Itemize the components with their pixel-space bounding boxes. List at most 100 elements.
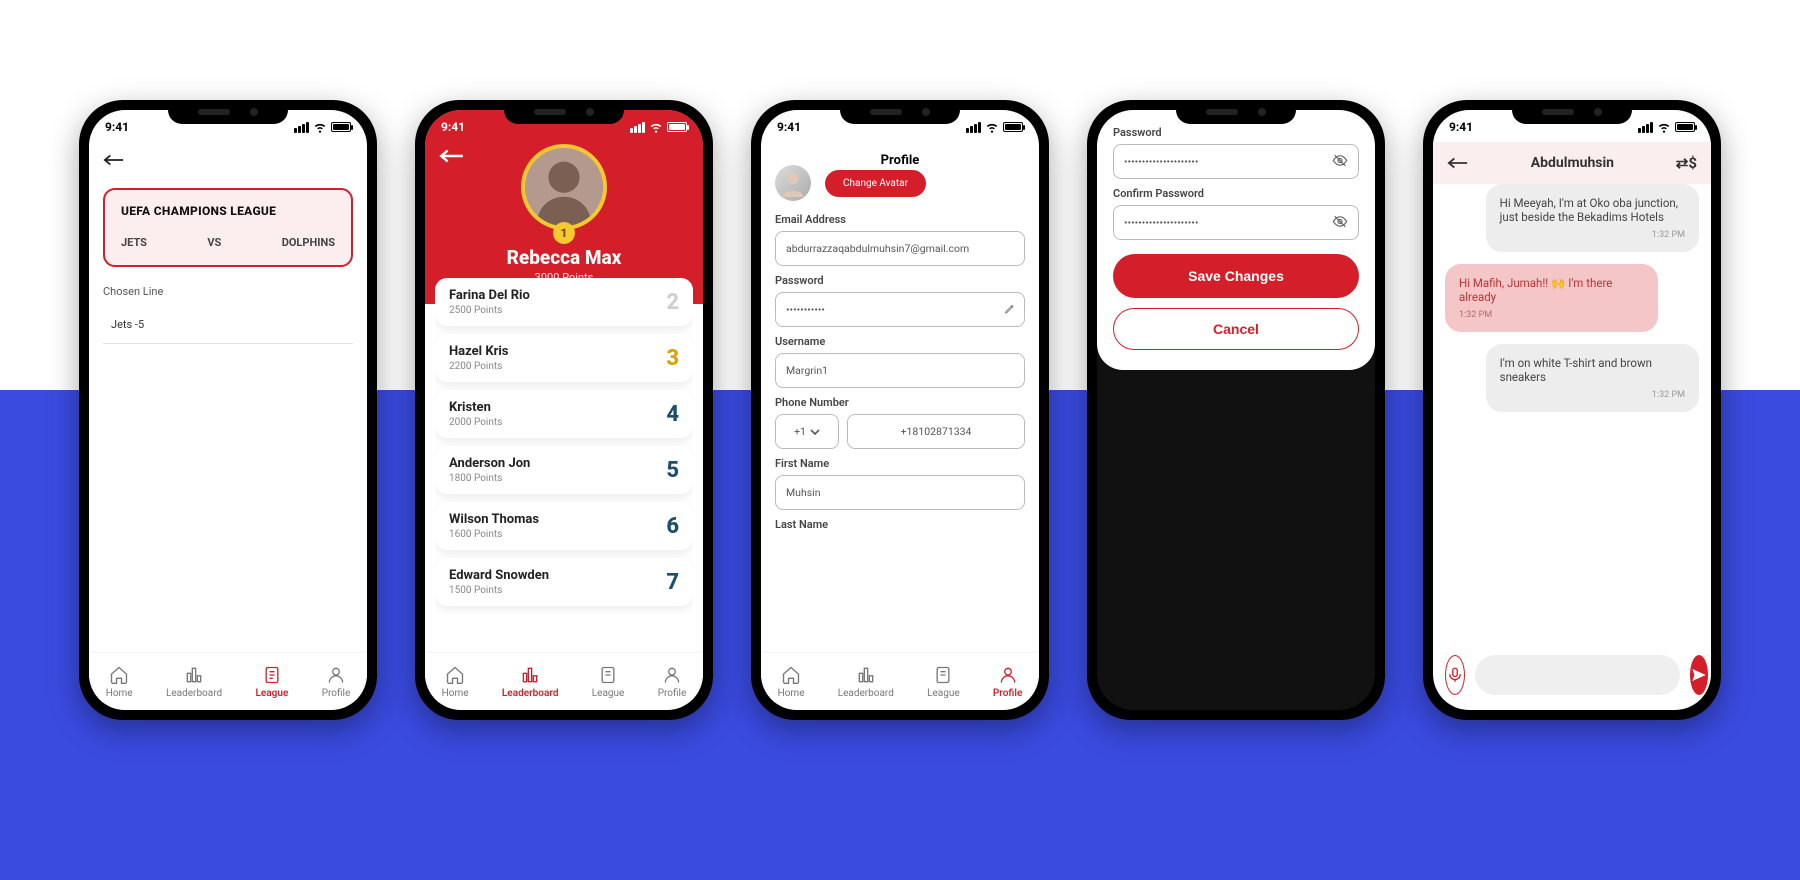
leaderboard-entry[interactable]: Wilson Thomas1600 Points6 bbox=[435, 502, 693, 550]
bottom-tabs: Home Leaderboard League Profile bbox=[761, 652, 1039, 710]
username-field[interactable]: Margrin1 bbox=[775, 353, 1025, 388]
tab-profile[interactable]: Profile bbox=[322, 665, 351, 699]
entry-points: 2500 Points bbox=[449, 305, 530, 316]
wifi-icon bbox=[313, 120, 327, 134]
chosen-line-value[interactable]: Jets -5 bbox=[103, 306, 353, 344]
email-field[interactable]: abdurrazzaqabdulmuhsin7@gmail.com bbox=[775, 231, 1025, 266]
mic-button[interactable] bbox=[1445, 655, 1465, 695]
bottom-tabs: Home Leaderboard League Profile bbox=[89, 652, 367, 710]
tab-profile[interactable]: Profile bbox=[993, 665, 1023, 699]
league-icon bbox=[933, 665, 953, 685]
leaderboard-entry[interactable]: Anderson Jon1800 Points5 bbox=[435, 446, 693, 494]
screen-leaderboard: 9:41 1 Rebecca Max 3000 Points Farina De… bbox=[425, 110, 703, 710]
message-incoming: I'm on white T-shirt and brown sneakers … bbox=[1486, 344, 1699, 412]
entry-rank: 2 bbox=[666, 290, 679, 315]
entry-points: 2200 Points bbox=[449, 361, 508, 372]
send-button[interactable] bbox=[1690, 655, 1708, 695]
vs-label: VS bbox=[207, 236, 221, 249]
league-icon bbox=[262, 665, 282, 685]
tab-league[interactable]: League bbox=[927, 665, 960, 699]
tab-home-label: Home bbox=[106, 688, 133, 699]
password-value: ••••••••••••••••••••• bbox=[1124, 155, 1198, 168]
entry-name: Anderson Jon bbox=[449, 456, 530, 471]
first-name-field[interactable]: Muhsin bbox=[775, 475, 1025, 510]
tab-league-label: League bbox=[927, 688, 960, 699]
tab-leaderboard[interactable]: Leaderboard bbox=[166, 665, 222, 699]
cancel-button[interactable]: Cancel bbox=[1113, 308, 1359, 350]
tab-profile[interactable]: Profile bbox=[658, 665, 687, 699]
status-right bbox=[294, 120, 351, 134]
match-card[interactable]: UEFA CHAMPIONS LEAGUE JETS VS DOLPHINS bbox=[103, 188, 353, 267]
team-right: DOLPHINS bbox=[282, 236, 335, 249]
avatar-small[interactable] bbox=[775, 165, 811, 201]
back-arrow-icon[interactable] bbox=[1447, 156, 1469, 170]
country-code-select[interactable]: +1 bbox=[775, 414, 839, 449]
chosen-line-label: Chosen Line bbox=[103, 285, 353, 298]
leaderboard-icon bbox=[520, 665, 540, 685]
home-icon bbox=[109, 665, 129, 685]
phone-leaderboard: 9:41 1 Rebecca Max 3000 Points Farina De… bbox=[415, 100, 713, 720]
tab-league[interactable]: League bbox=[256, 665, 289, 699]
send-icon bbox=[1690, 666, 1708, 684]
confirm-password-label: Confirm Password bbox=[1113, 187, 1359, 200]
message-text: Hi Mafih, Jumah!! 🙌 I'm there already bbox=[1459, 276, 1644, 304]
tab-home[interactable]: Home bbox=[778, 665, 805, 699]
password-field[interactable]: ••••••••••• bbox=[775, 292, 1025, 327]
back-arrow-icon[interactable] bbox=[103, 153, 125, 167]
back-button[interactable] bbox=[439, 148, 465, 167]
phone-notch bbox=[1176, 100, 1296, 124]
message-timestamp: 1:32 PM bbox=[1500, 390, 1685, 400]
tab-home[interactable]: Home bbox=[442, 665, 469, 699]
home-icon bbox=[781, 665, 801, 685]
battery-icon bbox=[1003, 122, 1023, 132]
profile-icon bbox=[998, 665, 1018, 685]
confirm-password-field[interactable]: ••••••••••••••••••••• bbox=[1113, 205, 1359, 240]
tab-home-label: Home bbox=[442, 688, 469, 699]
phone-league: 9:41 UEFA CHAMPIONS LEAGUE JETS VS DOLPH… bbox=[79, 100, 377, 720]
tab-leaderboard-label: Leaderboard bbox=[502, 688, 559, 699]
entry-points: 1500 Points bbox=[449, 585, 549, 596]
signal-icon bbox=[294, 122, 309, 133]
tab-leaderboard[interactable]: Leaderboard bbox=[502, 665, 559, 699]
wifi-icon bbox=[1657, 120, 1671, 134]
tab-profile-label: Profile bbox=[658, 688, 687, 699]
leaderboard-entry[interactable]: Farina Del Rio 2500 Points 2 bbox=[435, 278, 693, 326]
wifi-icon bbox=[985, 120, 999, 134]
transfer-icon[interactable]: ⇄$ bbox=[1676, 154, 1697, 172]
tab-home[interactable]: Home bbox=[106, 665, 133, 699]
top-player-name: Rebecca Max bbox=[425, 246, 703, 269]
back-arrow-icon bbox=[439, 149, 465, 163]
leaderboard-entry[interactable]: Kristen2000 Points4 bbox=[435, 390, 693, 438]
country-code-value: +1 bbox=[794, 425, 806, 438]
eye-off-icon[interactable] bbox=[1332, 213, 1348, 232]
top-avatar[interactable] bbox=[521, 144, 607, 230]
leaderboard-entry[interactable]: Edward Snowden1500 Points7 bbox=[435, 558, 693, 606]
eye-off-icon[interactable] bbox=[1332, 152, 1348, 171]
leaderboard-entry[interactable]: Hazel Kris2200 Points3 bbox=[435, 334, 693, 382]
battery-icon bbox=[331, 122, 351, 132]
edit-icon[interactable] bbox=[1004, 302, 1016, 317]
tab-leaderboard[interactable]: Leaderboard bbox=[838, 665, 894, 699]
entry-rank: 3 bbox=[666, 346, 679, 371]
entry-name: Farina Del Rio bbox=[449, 288, 530, 303]
chat-composer bbox=[1445, 652, 1699, 698]
profile-icon bbox=[326, 665, 346, 685]
email-label: Email Address bbox=[775, 213, 1025, 226]
message-timestamp: 1:32 PM bbox=[1500, 230, 1685, 240]
confirm-password-value: ••••••••••••••••••••• bbox=[1124, 216, 1198, 229]
message-input[interactable] bbox=[1475, 655, 1680, 695]
entry-name: Edward Snowden bbox=[449, 568, 549, 583]
tab-league[interactable]: League bbox=[592, 665, 625, 699]
league-icon bbox=[598, 665, 618, 685]
signal-icon bbox=[1638, 122, 1653, 133]
save-button[interactable]: Save Changes bbox=[1113, 254, 1359, 298]
chevron-down-icon bbox=[810, 427, 820, 437]
tab-profile-label: Profile bbox=[322, 688, 351, 699]
message-incoming: Hi Meeyah, I'm at Oko oba junction, just… bbox=[1486, 184, 1699, 252]
change-avatar-button[interactable]: Change Avatar bbox=[825, 170, 926, 197]
last-name-label: Last Name bbox=[775, 518, 1025, 531]
password-field[interactable]: ••••••••••••••••••••• bbox=[1113, 144, 1359, 179]
phone-number-field[interactable]: +18102871334 bbox=[847, 414, 1025, 449]
avatar-placeholder-icon bbox=[525, 148, 603, 226]
profile-form: Change Avatar Email Address abdurrazzaqa… bbox=[775, 165, 1025, 652]
